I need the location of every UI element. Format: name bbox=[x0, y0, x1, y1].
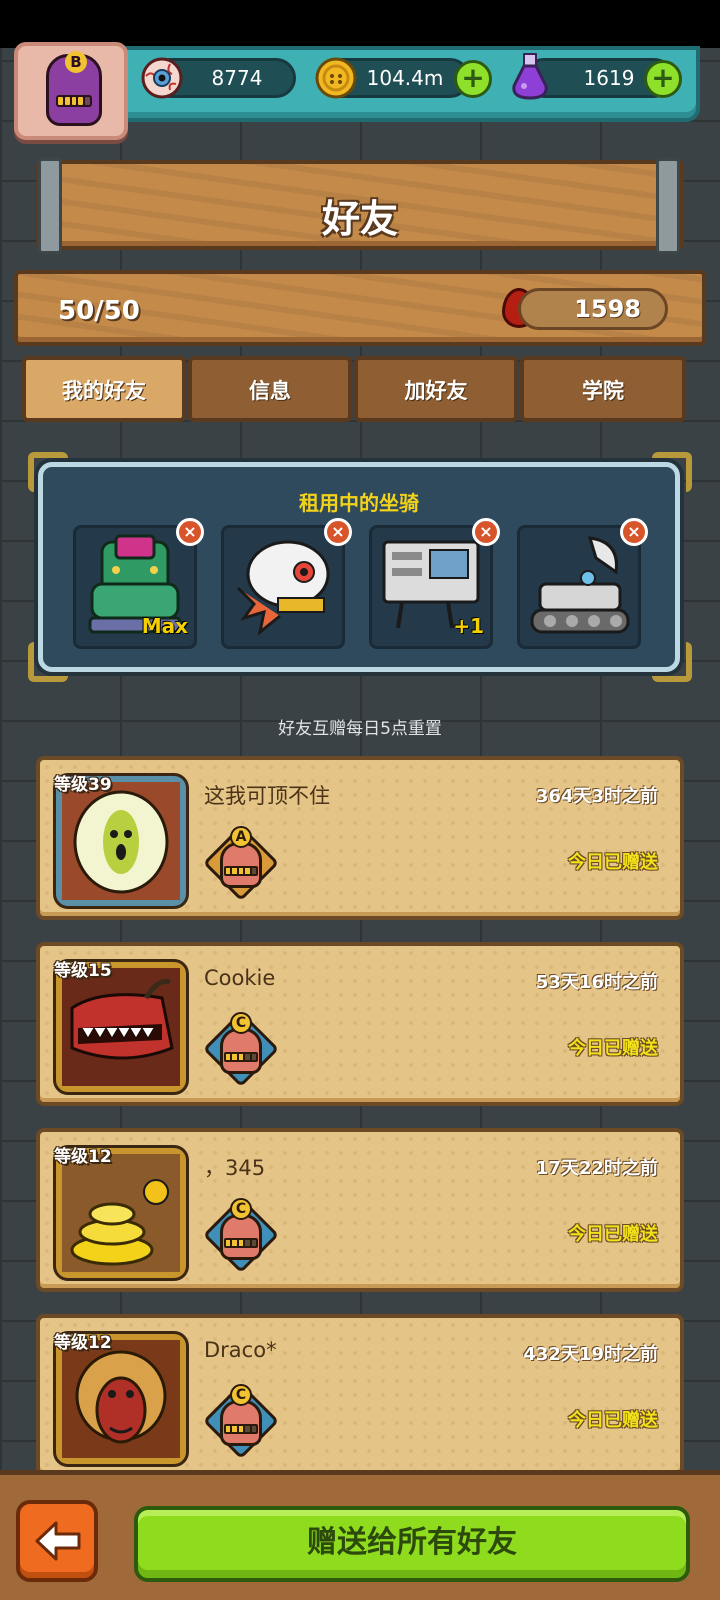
back-button[interactable] bbox=[16, 1500, 98, 1582]
friend-portrait bbox=[56, 776, 186, 906]
gift-status: 今日已赠送 bbox=[568, 1038, 658, 1059]
friend-rank-letter: C bbox=[230, 1012, 252, 1034]
corn-pile-icon bbox=[62, 1154, 180, 1272]
add-coins-button[interactable]: + bbox=[454, 60, 492, 98]
eyeball-count: 8774 bbox=[211, 66, 263, 90]
friend-level: 等级12 bbox=[54, 1333, 112, 1353]
friend-last-seen: 364天3时之前 bbox=[535, 786, 658, 807]
friend-last-seen: 53天16时之前 bbox=[535, 972, 658, 993]
monkey-icon bbox=[62, 1340, 180, 1458]
friend-portrait bbox=[56, 1148, 186, 1278]
red-monster-icon bbox=[62, 968, 180, 1086]
title-plank: 好友 bbox=[36, 160, 684, 250]
mount-slot-machine[interactable]: +1 × bbox=[369, 518, 500, 649]
back-arrow-icon bbox=[35, 1521, 81, 1561]
gift-reset-note: 好友互赠每日5点重置 bbox=[278, 719, 442, 739]
potion-icon bbox=[512, 53, 548, 100]
page-title: 好友 bbox=[321, 197, 398, 241]
status-bar bbox=[0, 0, 720, 48]
eyeball-icon bbox=[141, 57, 183, 99]
mount-slot-throne[interactable]: Max × bbox=[73, 518, 204, 649]
friend-card[interactable]: 等级39 这我可顶不住 364天3时之前 A 今日已赠送 bbox=[36, 756, 684, 920]
friend-level: 等级12 bbox=[54, 1147, 112, 1167]
tab-messages[interactable]: 信息 bbox=[188, 356, 352, 422]
rented-mounts-title: 租用中的坐骑 bbox=[299, 491, 419, 515]
friend-name: Cookie bbox=[204, 966, 276, 990]
coin-count: 104.4m bbox=[366, 66, 444, 90]
stats-plank: 50/50 1598 bbox=[14, 270, 706, 346]
friend-last-seen: 432天19时之前 bbox=[523, 1344, 658, 1365]
panel-corner bbox=[28, 452, 68, 492]
mount-level-badge: +1 bbox=[453, 614, 484, 638]
friend-level: 等级15 bbox=[54, 961, 112, 981]
friend-card[interactable]: 等级12 ，345 17天22时之前 C 今日已赠送 bbox=[36, 1128, 684, 1292]
gift-status: 今日已赠送 bbox=[568, 852, 658, 873]
rank-progress-pips bbox=[56, 95, 92, 107]
friend-rank-badge: C bbox=[202, 1382, 280, 1460]
friend-rank-badge: A bbox=[202, 824, 280, 902]
add-potions-button[interactable]: + bbox=[644, 60, 682, 98]
title-bracket-right bbox=[656, 158, 680, 254]
friend-count: 50/50 bbox=[58, 296, 140, 326]
friend-card[interactable]: 等级15 Cookie 53天16时之前 C 今日已赠送 bbox=[36, 942, 684, 1106]
friend-last-seen: 17天22时之前 bbox=[535, 1158, 658, 1179]
remove-mount-button[interactable]: × bbox=[176, 518, 204, 546]
gift-status: 今日已赠送 bbox=[568, 1410, 658, 1431]
friend-level: 等级39 bbox=[54, 775, 112, 795]
tab-academy[interactable]: 学院 bbox=[520, 356, 686, 422]
friend-rank-letter: C bbox=[230, 1384, 252, 1406]
gift-status: 今日已赠送 bbox=[568, 1224, 658, 1245]
potion-count: 1619 bbox=[583, 66, 635, 90]
panel-corner bbox=[652, 452, 692, 492]
coin-icon bbox=[315, 57, 357, 99]
mount-slot-lion-dance[interactable]: × bbox=[221, 518, 352, 649]
mount-level-badge: Max bbox=[141, 614, 188, 638]
tab-add-friend[interactable]: 加好友 bbox=[354, 356, 518, 422]
tab-my-friends[interactable]: 我的好友 bbox=[22, 356, 186, 422]
player-avatar[interactable]: B bbox=[14, 42, 128, 140]
friend-rank-letter: A bbox=[230, 826, 252, 848]
gift-all-friends-button[interactable]: 赠送给所有好友 bbox=[134, 1506, 690, 1582]
friend-card[interactable]: 等级12 Draco* 432天19时之前 C 今日已赠送 bbox=[36, 1314, 684, 1478]
friend-rank-badge: C bbox=[202, 1196, 280, 1274]
panel-corner bbox=[28, 642, 68, 682]
remove-mount-button[interactable]: × bbox=[620, 518, 648, 546]
rented-mounts-panel: 租用中的坐骑 Max × × +1 × × bbox=[38, 462, 680, 672]
rank-helmet-icon: B bbox=[46, 51, 102, 126]
friend-rank-badge: C bbox=[202, 1010, 280, 1088]
panel-corner bbox=[652, 642, 692, 682]
player-rank-letter: B bbox=[65, 51, 87, 73]
friend-name: ，345 bbox=[204, 1156, 266, 1180]
friend-name: Draco* bbox=[204, 1338, 277, 1362]
friend-portrait bbox=[56, 962, 186, 1092]
remove-mount-button[interactable]: × bbox=[324, 518, 352, 546]
tank-mount-icon bbox=[530, 536, 630, 634]
lion-dance-mount-icon bbox=[236, 540, 330, 636]
friend-rank-letter: C bbox=[230, 1198, 252, 1220]
blood-count: 1598 bbox=[574, 295, 641, 323]
remove-mount-button[interactable]: × bbox=[472, 518, 500, 546]
blood-counter: 1598 bbox=[518, 288, 668, 330]
friend-portrait bbox=[56, 1334, 186, 1464]
mount-slot-tank[interactable]: × bbox=[517, 518, 648, 649]
apple-monster-icon bbox=[62, 782, 180, 900]
friend-name: 这我可顶不住 bbox=[204, 784, 330, 808]
title-bracket-left bbox=[38, 158, 62, 254]
